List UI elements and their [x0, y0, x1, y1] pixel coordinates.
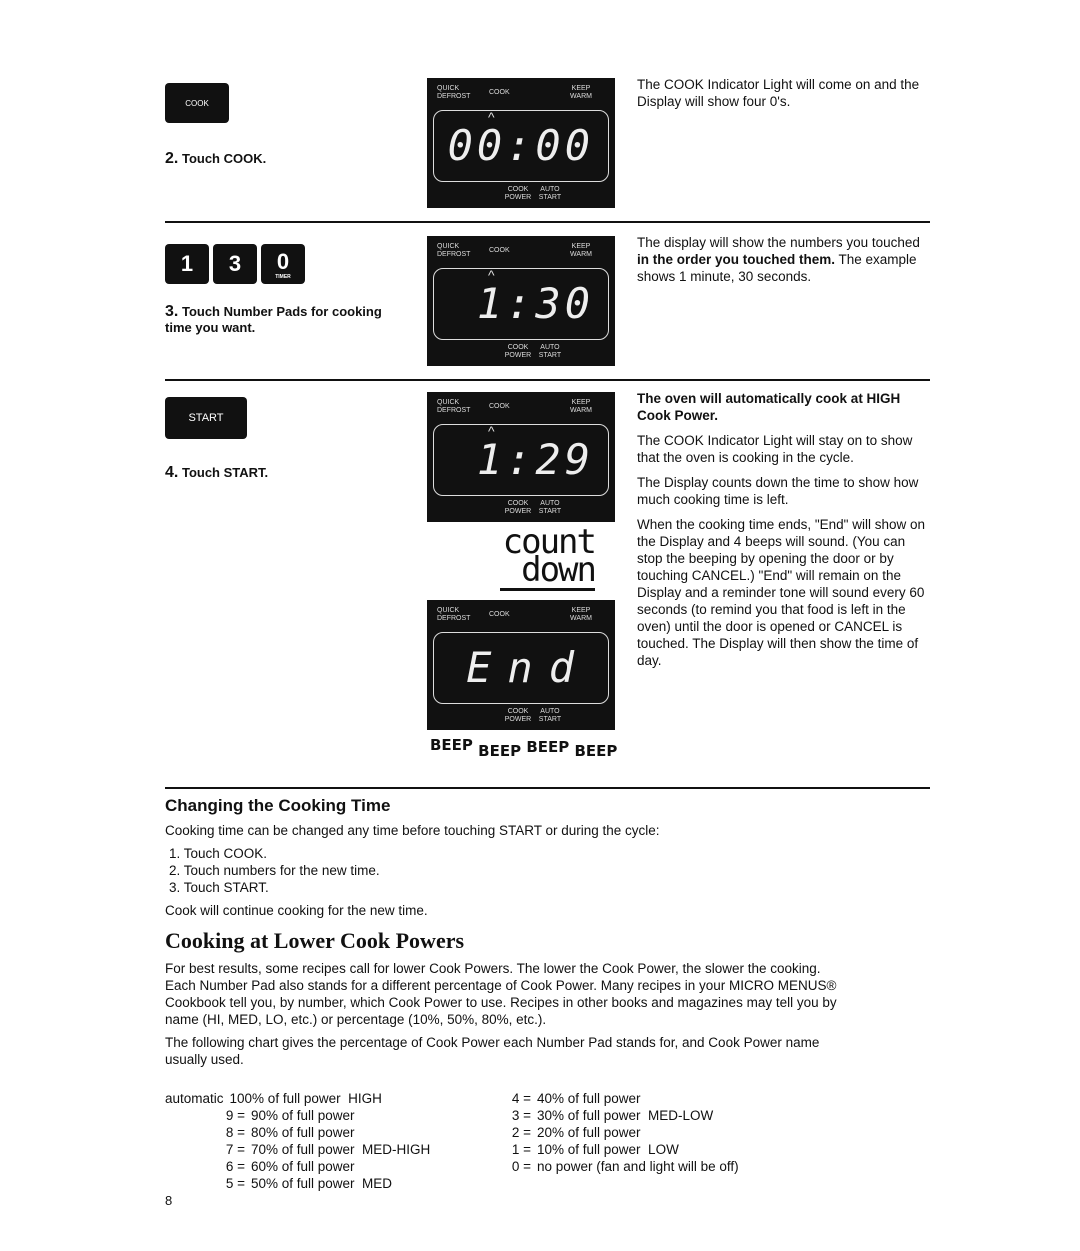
step-3-description: The display will show the numbers you to…: [637, 235, 920, 284]
lower-heading: Cooking at Lower Cook Powers: [165, 928, 465, 953]
page-number: 8: [165, 1193, 173, 1208]
power-level-row: 1 = 10% of full power LOW: [511, 1142, 679, 1157]
display-step-3: QUICK DEFROST COOK KEEP WARM ^ 1:30 COOK …: [427, 236, 615, 366]
power-table-right: 4 = 40% of full power 3 = 30% of full power…: [505, 1090, 739, 1175]
cook-pad[interactable]: COOK: [165, 83, 229, 123]
power-level-row: 9 = 90% of full power: [225, 1108, 355, 1123]
power-level-row: 4 = 40% of full power: [511, 1091, 641, 1106]
power-level-row: 6 = 60% of full power: [225, 1159, 355, 1174]
step-4-description: The oven will automatically cook at HIGH…: [637, 391, 925, 668]
divider: [165, 379, 930, 381]
divider: [165, 787, 930, 789]
step-2-description: The COOK Indicator Light will come on an…: [637, 77, 920, 109]
power-table-left: automatic 100% of full power HIGH 9 = 90% o…: [165, 1090, 430, 1192]
display-step-4: QUICK DEFROST COOK KEEP WARM ^ 1:29 COOK …: [427, 392, 615, 522]
display-end: QUICK DEFROST COOK KEEP WARM End COOK PO…: [427, 600, 615, 730]
power-level-row: 3 = 30% of full power MED-LOW: [511, 1108, 714, 1123]
step-2-instruction: 2. Touch COOK.: [165, 150, 267, 167]
power-level-row: 7 = 70% of full power MED-HIGH: [225, 1142, 431, 1157]
countdown-graphic: count down: [500, 525, 597, 591]
power-level-row: 8 = 80% of full power: [225, 1125, 355, 1140]
number-pad-1[interactable]: 1: [165, 244, 209, 284]
power-level-row: 0 = no power (fan and light will be off): [511, 1159, 739, 1174]
number-pad-3[interactable]: 3: [213, 244, 257, 284]
step-3-instruction: 3. Touch Number Pads for cooking time yo…: [165, 303, 382, 336]
beep-graphic: BEEP BEEP BEEP BEEP: [430, 736, 618, 760]
lower-section: For best results, some recipes call for …: [165, 961, 837, 1067]
start-pad[interactable]: START: [165, 397, 247, 439]
power-level-row: 5 = 50% of full power MED: [225, 1176, 393, 1191]
number-pad-0[interactable]: 0 TIMER: [261, 244, 305, 284]
display-step-2: QUICK DEFROST COOK KEEP WARM ^ 00:00 COOK…: [427, 78, 615, 208]
step-4-instruction: 4. Touch START.: [165, 464, 269, 481]
divider: [165, 221, 930, 223]
manual-page: COOK 2. Touch COOK. QUICK DEFROST COOK KE…: [0, 0, 1080, 1251]
power-level-row: automatic 100% of full power HIGH: [165, 1091, 382, 1106]
power-level-row: 2 = 20% of full power: [511, 1125, 641, 1140]
changing-section: Cooking time can be changed any time bef…: [165, 823, 660, 918]
changing-heading: Changing the Cooking Time: [165, 796, 391, 815]
